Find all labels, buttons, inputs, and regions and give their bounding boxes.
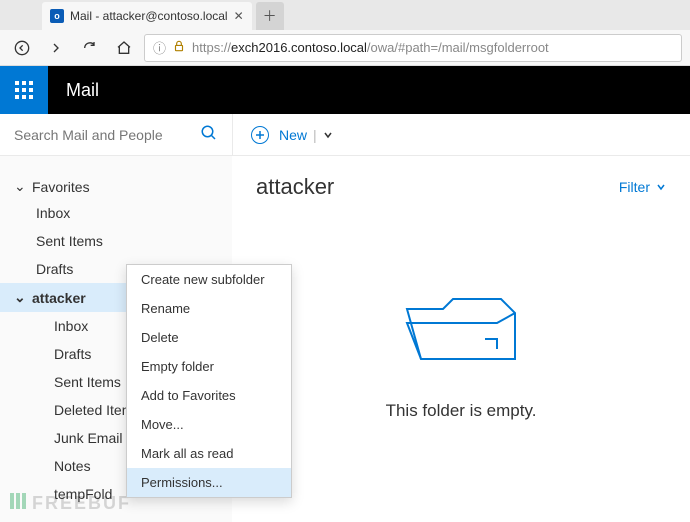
forward-button[interactable] bbox=[42, 34, 70, 62]
plus-circle-icon bbox=[251, 126, 269, 144]
folder-title: attacker bbox=[256, 174, 334, 200]
chevron-down-icon: ⌄ bbox=[14, 178, 24, 195]
waffle-icon bbox=[14, 80, 34, 100]
empty-state: This folder is empty. bbox=[256, 218, 666, 522]
content-pane: attacker Filter This folder is empty. bbox=[232, 156, 690, 522]
ctx-move[interactable]: Move... bbox=[127, 410, 291, 439]
context-menu: Create new subfolder Rename Delete Empty… bbox=[126, 264, 292, 498]
info-icon[interactable]: ⓘ bbox=[153, 38, 166, 57]
new-button[interactable]: New bbox=[279, 127, 307, 143]
search-placeholder: Search Mail and People bbox=[14, 127, 163, 143]
content-header: attacker Filter bbox=[256, 174, 666, 200]
ctx-mark-read[interactable]: Mark all as read bbox=[127, 439, 291, 468]
back-button[interactable] bbox=[8, 34, 36, 62]
url-text: https://exch2016.contoso.local/owa/#path… bbox=[192, 40, 549, 55]
sidebar-fav-item[interactable]: Sent Items bbox=[0, 227, 232, 255]
sidebar: ⌄ Favorites Inbox Sent Items Drafts ⌄ at… bbox=[0, 156, 232, 522]
main-area: ⌄ Favorites Inbox Sent Items Drafts ⌄ at… bbox=[0, 156, 690, 522]
favorites-header[interactable]: ⌄ Favorites bbox=[0, 174, 232, 199]
chevron-down-icon: ⌄ bbox=[14, 289, 24, 306]
new-tab-button[interactable]: ＋ bbox=[256, 2, 284, 30]
filter-label: Filter bbox=[619, 179, 650, 195]
filter-button[interactable]: Filter bbox=[619, 179, 666, 195]
security-warning-icon[interactable] bbox=[172, 39, 186, 56]
ctx-add-favorites[interactable]: Add to Favorites bbox=[127, 381, 291, 410]
empty-folder-icon bbox=[401, 279, 521, 369]
browser-nav-bar: ⓘ https://exch2016.contoso.local/owa/#pa… bbox=[0, 30, 690, 66]
ctx-empty-folder[interactable]: Empty folder bbox=[127, 352, 291, 381]
browser-tab-bar: o Mail - attacker@contoso.local ✕ ＋ bbox=[0, 0, 690, 30]
empty-text: This folder is empty. bbox=[386, 401, 537, 421]
search-box[interactable]: Search Mail and People bbox=[0, 114, 232, 155]
command-row: Search Mail and People New | bbox=[0, 114, 690, 156]
watermark: FREEBUF bbox=[10, 493, 131, 514]
home-button[interactable] bbox=[110, 34, 138, 62]
chevron-down-icon bbox=[656, 179, 666, 195]
app-header: Mail bbox=[0, 66, 690, 114]
browser-tab[interactable]: o Mail - attacker@contoso.local ✕ bbox=[42, 2, 252, 30]
divider: | bbox=[311, 127, 319, 143]
tab-title: Mail - attacker@contoso.local bbox=[70, 9, 228, 23]
app-title: Mail bbox=[48, 80, 99, 101]
outlook-favicon: o bbox=[50, 9, 64, 23]
url-bar[interactable]: ⓘ https://exch2016.contoso.local/owa/#pa… bbox=[144, 34, 682, 62]
ctx-rename[interactable]: Rename bbox=[127, 294, 291, 323]
close-tab-icon[interactable]: ✕ bbox=[234, 9, 244, 23]
search-icon[interactable] bbox=[200, 124, 218, 145]
reload-button[interactable] bbox=[76, 34, 104, 62]
ctx-create-subfolder[interactable]: Create new subfolder bbox=[127, 265, 291, 294]
new-dropdown-chevron-icon[interactable] bbox=[323, 127, 333, 143]
app-launcher-button[interactable] bbox=[0, 66, 48, 114]
ctx-permissions[interactable]: Permissions... bbox=[127, 468, 291, 497]
account-label: attacker bbox=[32, 290, 86, 306]
toolbar: New | bbox=[232, 114, 690, 155]
sidebar-fav-item[interactable]: Inbox bbox=[0, 199, 232, 227]
favorites-label: Favorites bbox=[32, 179, 90, 195]
ctx-delete[interactable]: Delete bbox=[127, 323, 291, 352]
